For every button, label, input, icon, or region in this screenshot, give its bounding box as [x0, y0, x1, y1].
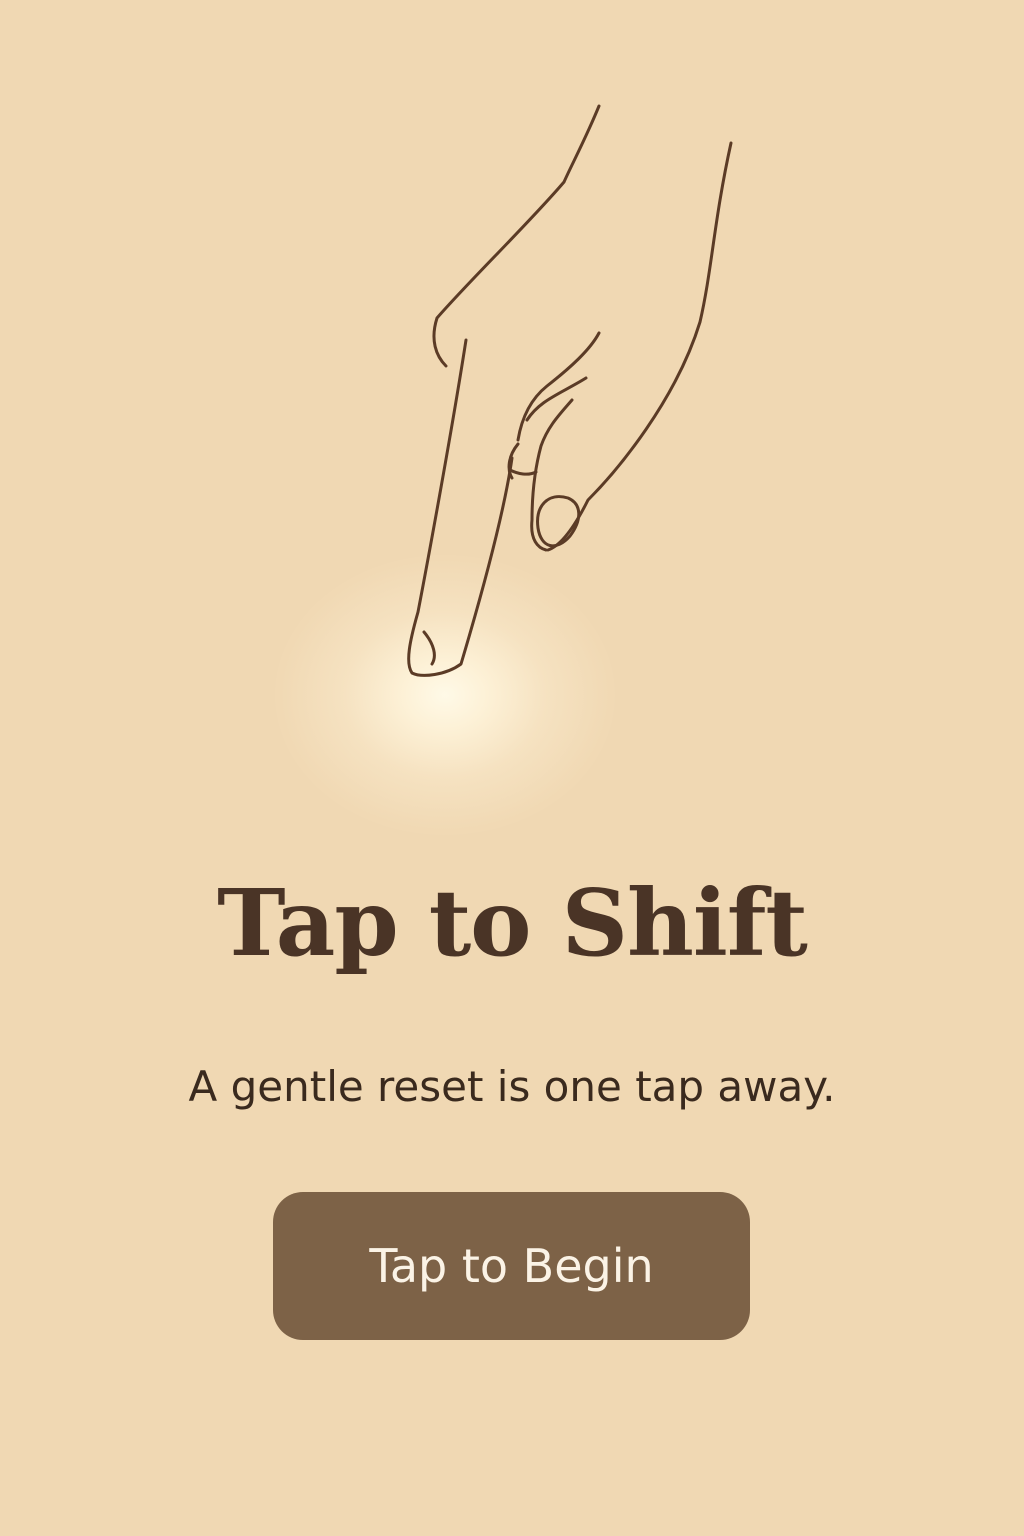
- page-title: Tap to Shift: [217, 869, 808, 977]
- page-subtitle: A gentle reset is one tap away.: [188, 1062, 836, 1111]
- tap-to-begin-button[interactable]: Tap to Begin: [273, 1192, 750, 1340]
- pointing-hand-icon: [407, 104, 733, 677]
- onboarding-screen: Tap to Shift A gentle reset is one tap a…: [0, 0, 1024, 1536]
